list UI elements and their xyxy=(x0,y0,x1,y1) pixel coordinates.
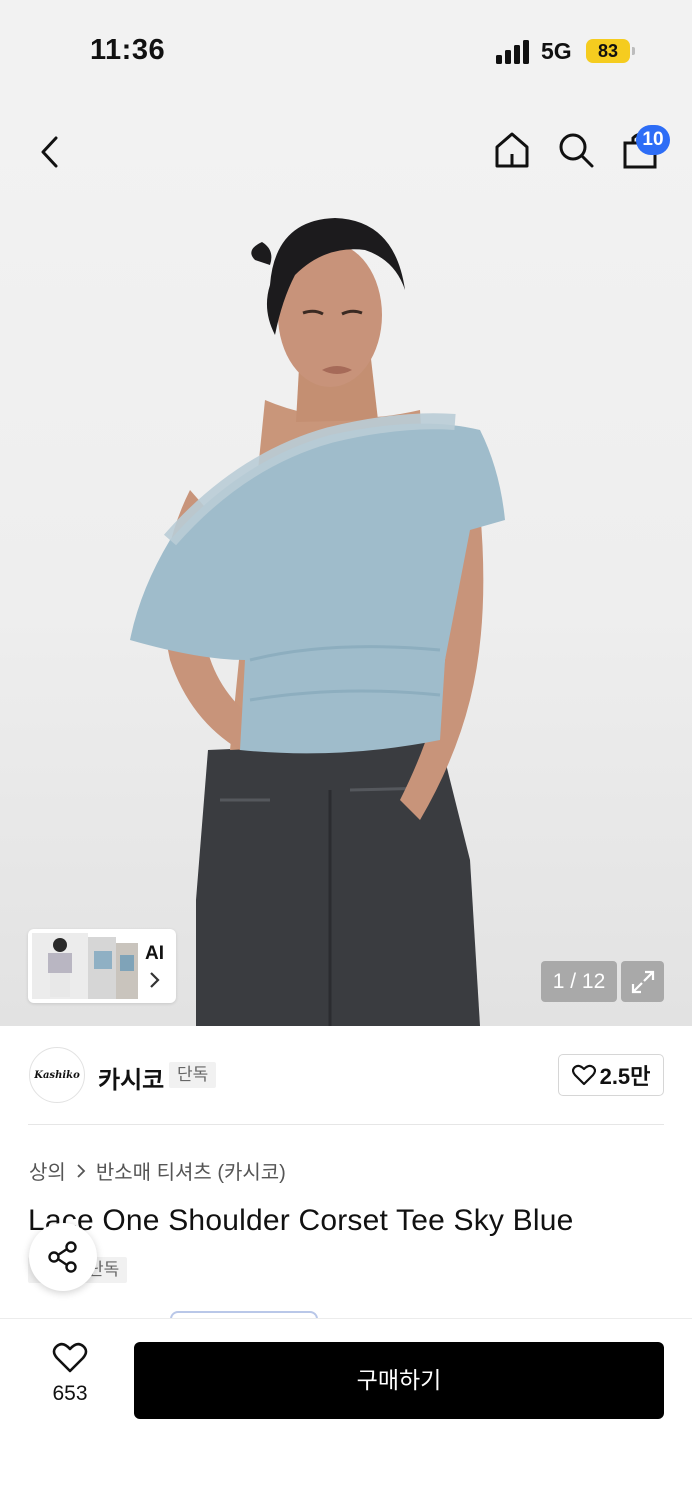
image-counter: 1 / 12 xyxy=(541,961,617,1002)
heart-icon xyxy=(571,1064,596,1086)
search-button[interactable] xyxy=(554,128,598,172)
product-image[interactable] xyxy=(0,100,692,1026)
share-icon xyxy=(48,1241,77,1273)
wishlist-count: 653 xyxy=(52,1382,88,1405)
breadcrumb: 상의 반소매 티셔츠 (카시코) xyxy=(29,1156,286,1185)
signal-icon xyxy=(496,40,529,64)
divider xyxy=(28,1124,664,1125)
breadcrumb-category[interactable]: 상의 xyxy=(29,1156,66,1185)
share-button[interactable] xyxy=(29,1223,97,1291)
brand-like-button[interactable]: 2.5만 xyxy=(558,1054,664,1096)
wishlist-button[interactable]: 653 xyxy=(36,1342,104,1418)
network-type: 5G xyxy=(541,38,572,64)
battery-nub xyxy=(632,47,635,55)
brand-like-count: 2.5만 xyxy=(599,1064,651,1089)
expand-button[interactable] xyxy=(621,961,664,1002)
ai-styling-card[interactable]: AI xyxy=(28,929,176,1003)
buy-button[interactable]: 구매하기 xyxy=(134,1342,664,1419)
expand-icon xyxy=(631,970,654,993)
breadcrumb-subcategory[interactable]: 반소매 티셔츠 (카시코) xyxy=(96,1156,286,1185)
back-button[interactable] xyxy=(28,130,72,174)
chevron-right-icon xyxy=(77,1163,86,1178)
status-time: 11:36 xyxy=(90,34,166,66)
chevron-right-icon xyxy=(150,972,160,988)
brand-exclusive-tag: 단독 xyxy=(169,1062,217,1088)
home-icon xyxy=(495,132,529,168)
search-icon xyxy=(559,133,594,168)
heart-icon xyxy=(52,1342,88,1373)
model-photo xyxy=(130,218,505,1026)
brand-name[interactable]: 카시코 xyxy=(98,1060,164,1095)
brand-logo-text: Kashiko xyxy=(34,1069,80,1081)
battery-level: 83 xyxy=(586,39,630,63)
ai-label: AI xyxy=(145,943,164,964)
brand-logo[interactable]: Kashiko xyxy=(29,1047,85,1103)
ai-thumbnails xyxy=(32,933,138,999)
home-button[interactable] xyxy=(490,128,534,172)
cart-count-badge: 10 xyxy=(636,125,670,155)
status-bar: 11:36 5G 83 xyxy=(0,0,692,100)
product-title: Lace One Shoulder Corset Tee Sky Blue xyxy=(28,1204,574,1237)
chevron-left-icon xyxy=(41,136,58,168)
